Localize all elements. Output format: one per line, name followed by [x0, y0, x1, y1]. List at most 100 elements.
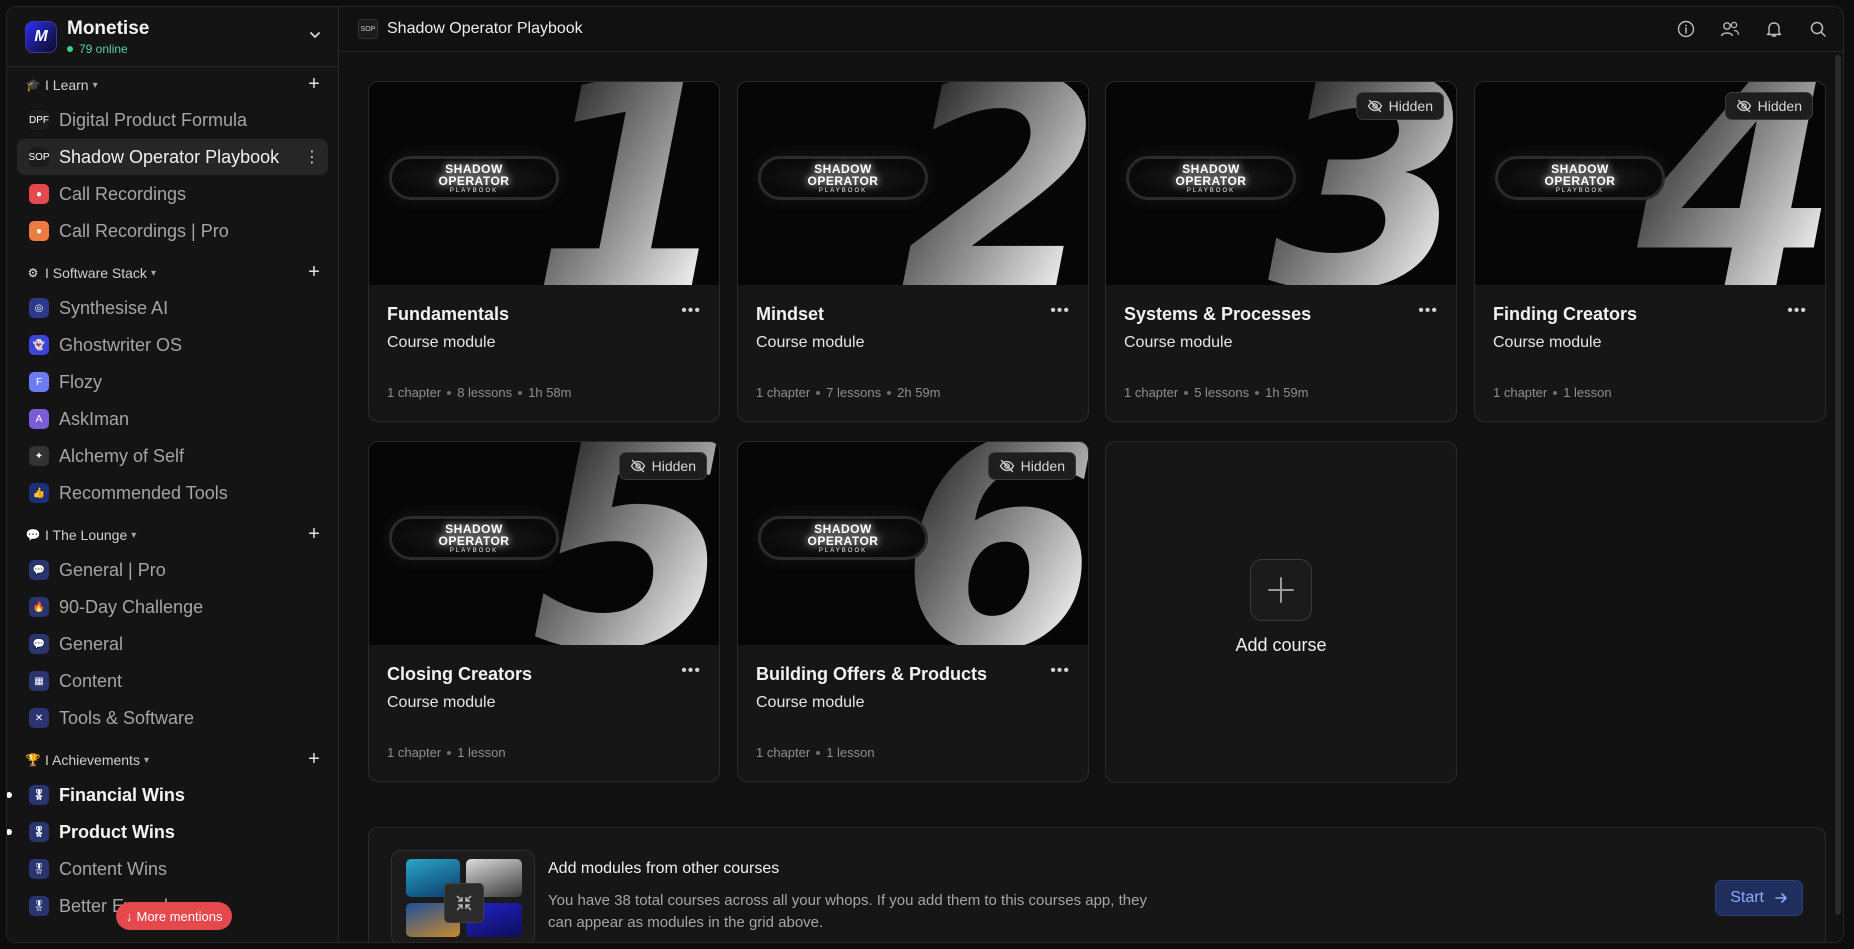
add-channel-button[interactable]: + — [304, 262, 324, 283]
section-emoji-icon: 💬 — [25, 528, 41, 542]
more-options-icon[interactable]: ••• — [1787, 302, 1807, 320]
separator-dot — [816, 390, 821, 395]
workspace-switcher[interactable]: M Monetise 79 online — [7, 7, 338, 67]
course-card[interactable]: 4 SHADOW OPERATOR PLAYBOOK Hidden Finding Cre… — [1474, 81, 1826, 422]
sidebar-item-label: Financial Wins — [59, 784, 185, 805]
separator-dot — [1255, 390, 1260, 395]
separator-dot — [816, 750, 821, 755]
info-icon[interactable] — [1675, 18, 1697, 40]
sop-logo: SHADOW OPERATOR PLAYBOOK — [758, 516, 928, 560]
sidebar-item[interactable]: ✦ Alchemy of Self — [17, 438, 328, 474]
sidebar-item-label: Content Wins — [59, 858, 168, 879]
course-title: Closing Creators — [387, 664, 533, 684]
sidebar-item-label: AskIman — [59, 408, 130, 429]
course-subtitle: Course module — [1124, 334, 1233, 351]
sidebar-item[interactable]: 👻 Ghostwriter OS — [17, 327, 328, 363]
hidden-badge: Hidden — [1355, 92, 1444, 120]
sidebar-item[interactable]: 🎖 Financial Wins — [7, 777, 328, 813]
course-thumbnail: 2 SHADOW OPERATOR PLAYBOOK — [738, 82, 1088, 285]
sidebar-item-label: Tools & Software — [59, 707, 195, 728]
add-course-card[interactable]: Add course — [1105, 441, 1457, 783]
course-title: Systems & Processes — [1124, 304, 1312, 324]
banner-title: Add modules from other courses — [548, 860, 780, 877]
sidebar-item[interactable]: 🎖 Product Wins — [7, 814, 328, 850]
channel-icon: F — [29, 372, 49, 392]
channel-icon: ✦ — [29, 446, 49, 466]
merge-icon — [444, 883, 484, 923]
course-meta-item: 1 chapter — [756, 745, 811, 760]
separator-dot — [1184, 390, 1189, 395]
import-modules-banner: Add modules from other courses You have … — [368, 827, 1826, 942]
sidebar-item[interactable]: ▦ Content — [17, 663, 328, 699]
chevron-down-icon: ▾ — [92, 79, 98, 91]
chevron-down-icon[interactable] — [308, 28, 322, 45]
channel-icon: ◎ — [29, 298, 49, 318]
channel-icon: 👻 — [29, 335, 49, 355]
course-card[interactable]: 2 SHADOW OPERATOR PLAYBOOK Mindset ••• Course … — [737, 81, 1089, 422]
sidebar-item[interactable]: 💬 General — [17, 626, 328, 662]
more-options-icon[interactable]: ••• — [1050, 662, 1070, 680]
course-subtitle: Course module — [756, 694, 865, 711]
sidebar-sections: 🎓 I Learn ▾ + DPF Digital Product Formula SOP S… — [7, 69, 338, 924]
sidebar-item[interactable]: A AskIman — [17, 401, 328, 437]
course-card[interactable]: 1 SHADOW OPERATOR PLAYBOOK Fundamentals ••• Co… — [368, 81, 720, 422]
course-meta: 1 chapter 1 lesson — [1493, 385, 1612, 400]
hidden-badge: Hidden — [987, 452, 1076, 480]
sidebar-item[interactable]: ✕ Tools & Software — [17, 700, 328, 736]
sidebar-item[interactable]: SOP Shadow Operator Playbook ⋮ — [17, 139, 328, 175]
more-options-icon[interactable]: ••• — [681, 302, 701, 320]
sidebar-item-label: Recommended Tools — [59, 482, 228, 503]
separator-dot — [447, 390, 452, 395]
section-emoji-icon: ⚙ — [27, 266, 39, 280]
course-subtitle: Course module — [756, 334, 865, 351]
more-options-icon[interactable]: ⋮ — [304, 147, 320, 167]
sidebar-item[interactable]: ◎ Synthesise AI — [17, 290, 328, 326]
sidebar-section-header[interactable]: 💬 I The Lounge ▾ + — [7, 519, 338, 551]
sidebar-section-header[interactable]: 🏆 I Achievements ▾ + — [7, 744, 338, 776]
course-meta: 1 chapter 8 lessons 1h 58m — [387, 385, 572, 400]
course-card[interactable]: 5 SHADOW OPERATOR PLAYBOOK Hidden Closing Cre… — [368, 441, 720, 782]
sidebar-item[interactable]: DPF Digital Product Formula — [17, 102, 328, 138]
sidebar: M Monetise 79 online 🎓 I Learn ▾ + DPF Digita… — [7, 7, 339, 942]
course-card[interactable]: 6 SHADOW OPERATOR PLAYBOOK Hidden Building Of… — [737, 441, 1089, 782]
channel-icon: DPF — [29, 110, 49, 130]
bell-icon[interactable] — [1763, 18, 1785, 40]
sidebar-item[interactable]: ● Call Recordings | Pro — [17, 213, 328, 249]
sidebar-section-header[interactable]: 🎓 I Learn ▾ + — [7, 69, 338, 101]
add-channel-button[interactable]: + — [304, 74, 324, 95]
channel-icon: 💬 — [29, 560, 49, 580]
more-options-icon[interactable]: ••• — [681, 662, 701, 680]
course-card[interactable]: 3 SHADOW OPERATOR PLAYBOOK Hidden Systems & P… — [1105, 81, 1457, 422]
sidebar-item-label: Content — [59, 670, 123, 691]
sidebar-item[interactable]: ● Call Recordings — [17, 176, 328, 212]
sidebar-item[interactable]: F Flozy — [17, 364, 328, 400]
sidebar-item-label: General — [59, 633, 124, 654]
unread-indicator — [7, 792, 12, 798]
more-options-icon[interactable]: ••• — [1050, 302, 1070, 320]
main-scrollbar[interactable] — [1835, 55, 1841, 915]
sidebar-section-header[interactable]: ⚙ I Software Stack ▾ + — [7, 257, 338, 289]
course-meta-item: 5 lessons — [1194, 385, 1250, 400]
channel-icon: ✕ — [29, 708, 49, 728]
members-icon[interactable] — [1719, 18, 1741, 40]
sidebar-item[interactable]: 🔥 90-Day Challenge — [17, 589, 328, 625]
sidebar-item[interactable]: 👍 Recommended Tools — [17, 475, 328, 511]
course-subtitle: Course module — [1493, 334, 1602, 351]
workspace-logo: M — [25, 20, 57, 53]
app-window: M Monetise 79 online 🎓 I Learn ▾ + DPF Digita… — [6, 6, 1844, 943]
channel-icon: ▦ — [29, 671, 49, 691]
more-mentions-button[interactable]: ↓ More mentions — [116, 902, 233, 930]
search-icon[interactable] — [1807, 18, 1829, 40]
sidebar-item[interactable]: 💬 General | Pro — [17, 552, 328, 588]
eye-off-icon — [630, 459, 645, 473]
course-subtitle: Course module — [387, 334, 496, 351]
course-meta: 1 chapter 1 lesson — [756, 745, 875, 760]
add-channel-button[interactable]: + — [304, 749, 324, 770]
add-channel-button[interactable]: + — [304, 524, 324, 545]
sidebar-item-label: General | Pro — [59, 559, 166, 580]
sidebar-item[interactable]: 🎖 Content Wins — [17, 851, 328, 887]
course-thumbnail: 3 SHADOW OPERATOR PLAYBOOK Hidden — [1106, 82, 1456, 285]
start-button[interactable]: Start — [1715, 880, 1803, 916]
course-title: Mindset — [756, 304, 825, 324]
more-options-icon[interactable]: ••• — [1418, 302, 1438, 320]
